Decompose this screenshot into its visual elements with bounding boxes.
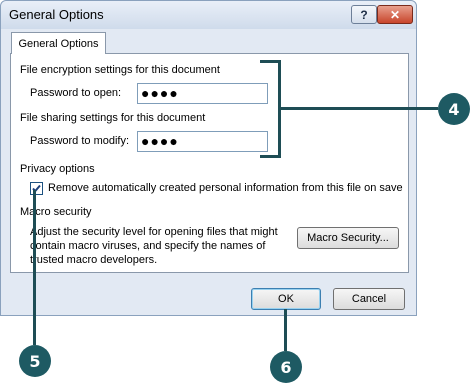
password-open-field[interactable]: ●●●● — [137, 83, 268, 104]
macro-security-button[interactable]: Macro Security... — [297, 227, 399, 249]
callout-4-leader — [280, 107, 438, 110]
cancel-button[interactable]: Cancel — [333, 288, 405, 310]
callout-4-bracket-bottom — [260, 155, 280, 158]
sharing-heading: File sharing settings for this document — [20, 112, 206, 124]
macro-description-line1: Adjust the security level for opening fi… — [30, 226, 278, 238]
encryption-heading: File encryption settings for this docume… — [20, 64, 220, 76]
privacy-heading: Privacy options — [20, 163, 95, 175]
ok-button[interactable]: OK — [251, 288, 321, 310]
close-icon: ✕ — [389, 7, 401, 22]
help-button[interactable]: ? — [351, 5, 377, 24]
callout-4-bracket-top — [260, 60, 280, 63]
remove-personal-info-checkbox[interactable] — [30, 182, 43, 195]
callout-badge-5: 5 — [19, 345, 51, 377]
dialog-title: General Options — [9, 7, 104, 22]
general-options-dialog: General Options ? ✕ General Options File… — [0, 0, 417, 316]
title-bar: General Options ? ✕ — [1, 1, 416, 29]
password-open-label: Password to open: — [30, 87, 122, 99]
callout-badge-4: 4 — [438, 93, 470, 125]
close-button[interactable]: ✕ — [377, 5, 413, 24]
password-modify-label: Password to modify: — [30, 135, 130, 147]
tab-general-options[interactable]: General Options — [11, 32, 106, 54]
macro-heading: Macro security — [20, 206, 92, 218]
help-icon: ? — [360, 7, 368, 22]
callout-6-leader — [284, 309, 287, 351]
options-panel: File encryption settings for this docume… — [10, 53, 409, 273]
callout-5-leader — [33, 190, 36, 345]
macro-description-line2: contain macro viruses, and specify the n… — [30, 240, 266, 252]
remove-personal-info-label: Remove automatically created personal in… — [48, 182, 403, 194]
password-modify-field[interactable]: ●●●● — [137, 131, 268, 152]
macro-description-line3: trusted macro developers. — [30, 254, 158, 266]
callout-badge-6: 6 — [270, 351, 302, 383]
